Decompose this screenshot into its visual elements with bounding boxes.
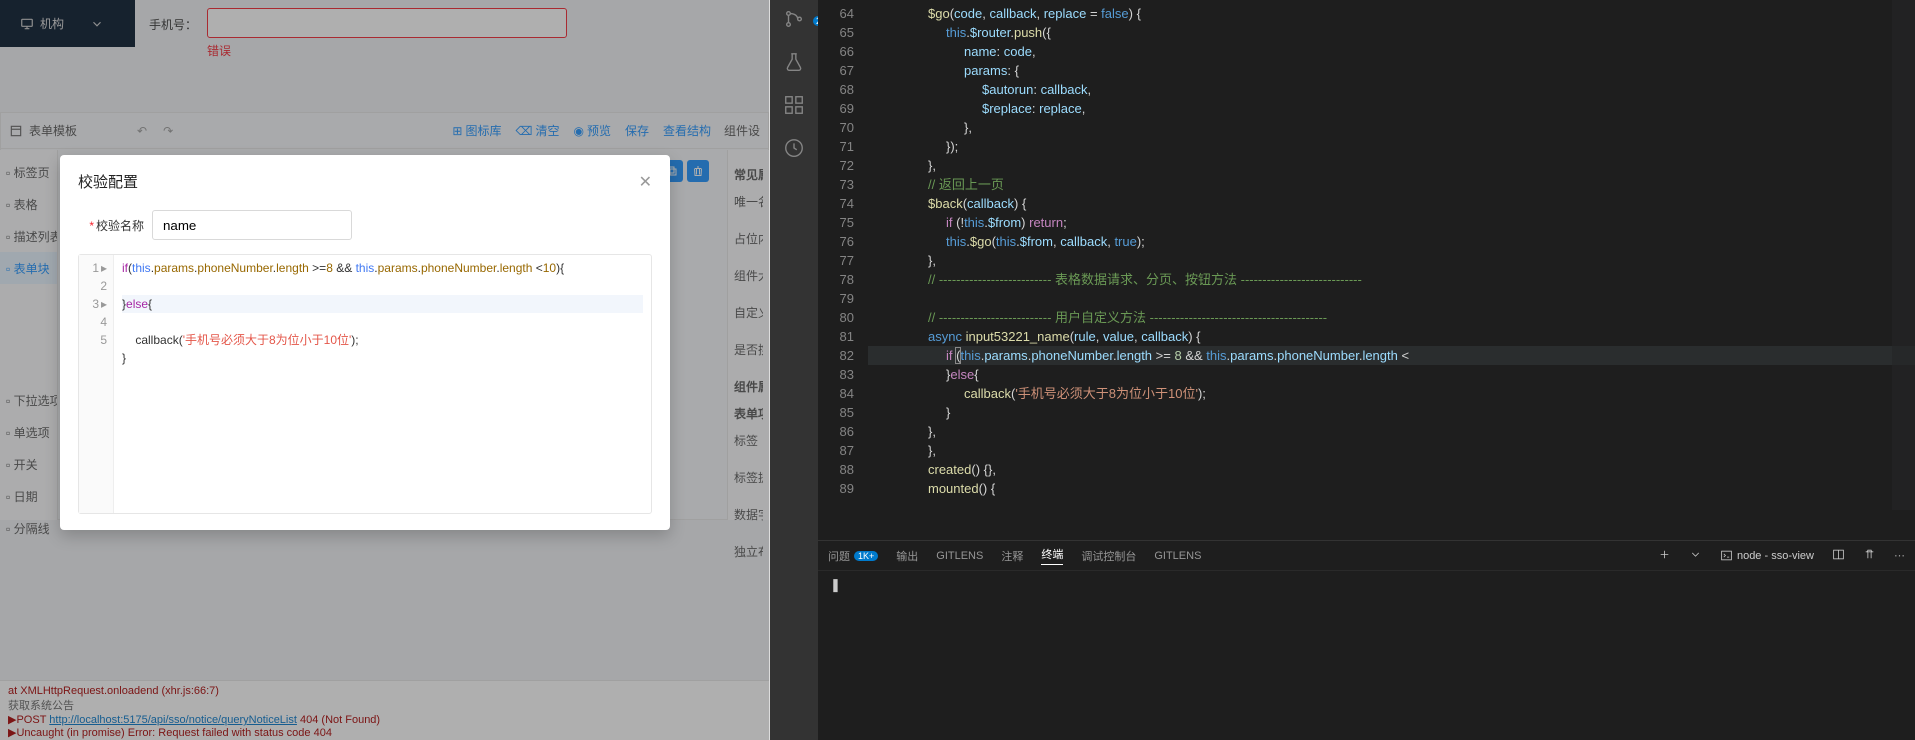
modal-title: 校验配置 (78, 171, 138, 192)
code-line[interactable]: }); (868, 137, 1915, 156)
new-terminal-icon[interactable] (1658, 548, 1671, 564)
tab-output[interactable]: 输出 (896, 548, 918, 564)
code-body[interactable]: $go(code, callback, replace = false) {th… (868, 0, 1915, 540)
code-body[interactable]: if(this.params.phoneNumber.length >=8 &&… (114, 255, 651, 513)
tab-gitlens[interactable]: GITLENS (936, 550, 983, 562)
code-line[interactable]: this.$go(this.$from, callback, true); (868, 232, 1915, 251)
terminal-selector[interactable]: node - sso-view (1720, 549, 1814, 562)
source-control-icon[interactable]: 27 (783, 8, 805, 33)
chevron-down-icon[interactable] (1689, 548, 1702, 564)
terminal-icon (1720, 549, 1733, 562)
code-line[interactable]: }else{ (868, 365, 1915, 384)
editor-group: 6465666768697071727374757677787980818283… (818, 0, 1915, 740)
code-line[interactable]: // 返回上一页 (868, 175, 1915, 194)
code-line[interactable] (868, 289, 1915, 308)
code-area[interactable]: 6465666768697071727374757677787980818283… (818, 0, 1915, 540)
tab-problems[interactable]: 问题1K+ (828, 548, 878, 564)
code-line[interactable]: if (this.params.phoneNumber.length >= 8 … (868, 346, 1915, 365)
code-line[interactable]: async input53221_name(rule, value, callb… (868, 327, 1915, 346)
name-label: *校验名称 (78, 217, 152, 234)
tab-terminal[interactable]: 终端 (1041, 546, 1063, 565)
validation-modal: 校验配置 ✕ *校验名称 1▸2 3▸4 5 if(this.params.ph… (60, 155, 670, 530)
validation-name-input[interactable] (152, 210, 352, 240)
gutter: 1▸2 3▸4 5 (79, 255, 114, 513)
activity-bar: 27 (770, 0, 818, 740)
tab-comments[interactable]: 注释 (1001, 548, 1023, 564)
more-icon[interactable]: ⋯ (1894, 549, 1905, 562)
code-line[interactable]: created() {}, (868, 460, 1915, 479)
problems-badge: 1K+ (854, 551, 878, 561)
cursor: ❚ (830, 577, 841, 592)
code-line[interactable]: }, (868, 441, 1915, 460)
code-line[interactable]: mounted() { (868, 479, 1915, 498)
code-line[interactable]: // -------------------------- 用户自定义方法 --… (868, 308, 1915, 327)
terminal-body[interactable]: ❚ (818, 571, 1915, 740)
code-line[interactable]: }, (868, 118, 1915, 137)
code-line[interactable]: $replace: replace, (868, 99, 1915, 118)
history-icon[interactable] (783, 137, 805, 162)
code-line[interactable]: $back(callback) { (868, 194, 1915, 213)
code-line[interactable]: $autorun: callback, (868, 80, 1915, 99)
code-line[interactable]: }, (868, 156, 1915, 175)
code-line[interactable]: $go(code, callback, replace = false) { (868, 4, 1915, 23)
code-line[interactable]: }, (868, 422, 1915, 441)
extensions-icon[interactable] (783, 94, 805, 119)
flask-icon[interactable] (783, 51, 805, 76)
minimap[interactable] (1892, 0, 1915, 510)
split-icon[interactable] (1832, 548, 1845, 564)
line-gutter: 6465666768697071727374757677787980818283… (818, 0, 868, 540)
code-line[interactable]: this.$router.push({ (868, 23, 1915, 42)
code-line[interactable]: }, (868, 251, 1915, 270)
code-line[interactable]: if (!this.$from) return; (868, 213, 1915, 232)
code-line[interactable]: // -------------------------- 表格数据请求、分页、… (868, 270, 1915, 289)
code-line[interactable]: name: code, (868, 42, 1915, 61)
browser-app: 机构 手机号： 错误 表单模板 ↶ ↷ ⊞图标库 ⌫清空 ◉预览 保存 查看结构… (0, 0, 770, 740)
code-line[interactable]: params: { (868, 61, 1915, 80)
close-icon[interactable]: ✕ (639, 172, 652, 192)
code-editor[interactable]: 1▸2 3▸4 5 if(this.params.phoneNumber.len… (78, 254, 652, 514)
tab-gitlens2[interactable]: GITLENS (1154, 550, 1201, 562)
trash-icon[interactable] (1863, 548, 1876, 564)
code-line[interactable]: callback('手机号必须大于8为位小于10位'); (868, 384, 1915, 403)
code-line[interactable]: } (868, 403, 1915, 422)
tab-debug[interactable]: 调试控制台 (1081, 548, 1136, 564)
bottom-panel: 问题1K+ 输出 GITLENS 注释 终端 调试控制台 GITLENS nod… (818, 540, 1915, 740)
panel-tabs: 问题1K+ 输出 GITLENS 注释 终端 调试控制台 GITLENS nod… (818, 541, 1915, 571)
vscode-editor: 27 6465666768697071727374757677787980818… (770, 0, 1915, 740)
